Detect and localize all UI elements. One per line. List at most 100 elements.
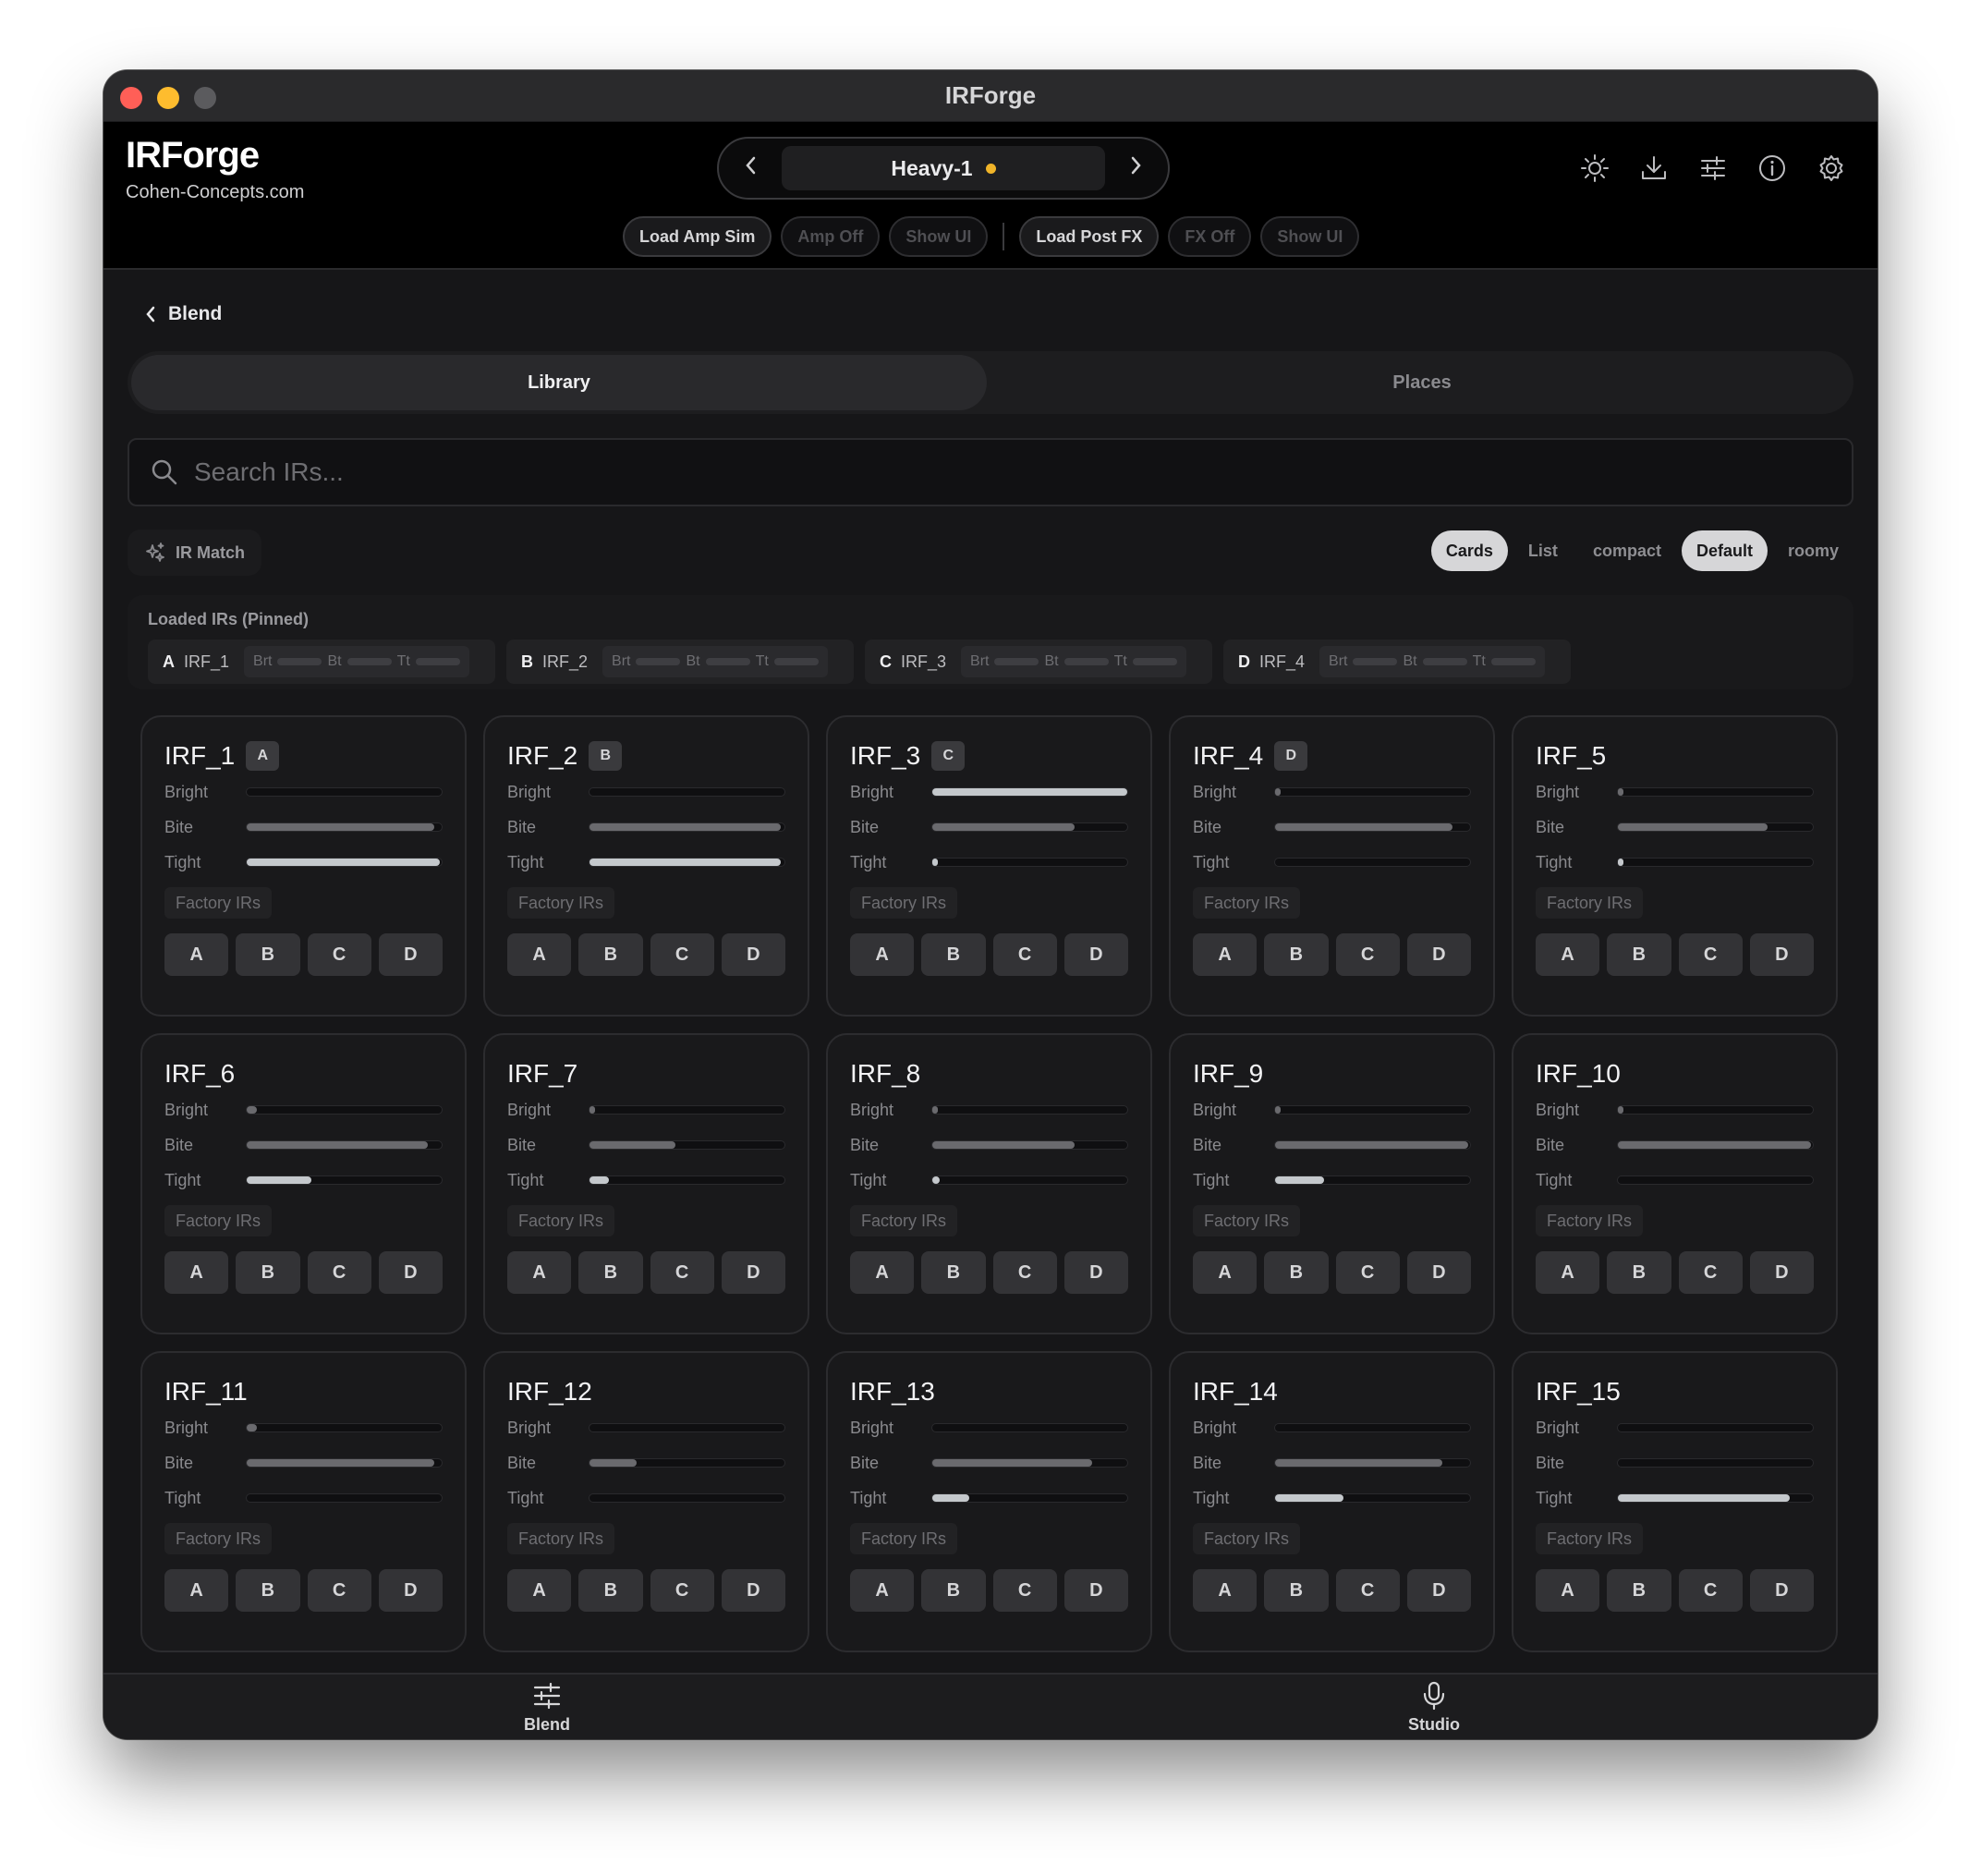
assign-slot-c-button[interactable]: C xyxy=(992,1251,1057,1294)
assign-slot-c-button[interactable]: C xyxy=(1335,1251,1400,1294)
density-default-button[interactable]: Default xyxy=(1681,530,1768,571)
search-input[interactable]: Search IRs... xyxy=(194,457,344,487)
tab-library[interactable]: Library xyxy=(131,355,987,410)
assign-slot-a-button[interactable]: A xyxy=(850,1251,915,1294)
ir-card[interactable]: IRF_7 Bright Bite Tight Factory IRs A B C D xyxy=(483,1033,809,1334)
pinned-item[interactable]: B IRF_2 Brt Bt Tt xyxy=(506,640,854,684)
assign-slot-c-button[interactable]: C xyxy=(1678,933,1743,976)
assign-slot-c-button[interactable]: C xyxy=(992,1569,1057,1612)
ir-card[interactable]: IRF_14 Bright Bite Tight Factory IRs A B C D xyxy=(1169,1351,1495,1652)
assign-slot-a-button[interactable]: A xyxy=(1193,1251,1258,1294)
assign-slot-b-button[interactable]: B xyxy=(1607,1251,1671,1294)
ir-card[interactable]: IRF_8 Bright Bite Tight Factory IRs A B C D xyxy=(826,1033,1152,1334)
assign-slot-c-button[interactable]: C xyxy=(650,933,714,976)
assign-slot-a-button[interactable]: A xyxy=(164,933,229,976)
ir-card[interactable]: IRF_3 C Bright Bite Tight Factory IRs A B C D xyxy=(826,715,1152,1017)
search-bar[interactable]: Search IRs... xyxy=(128,438,1853,506)
assign-slot-b-button[interactable]: B xyxy=(921,933,986,976)
sliders-icon[interactable] xyxy=(1698,153,1728,183)
assign-slot-d-button[interactable]: D xyxy=(1406,933,1471,976)
preset-name-field[interactable]: Heavy-1 xyxy=(782,146,1105,190)
assign-slot-d-button[interactable]: D xyxy=(721,933,785,976)
brightness-icon[interactable] xyxy=(1580,153,1610,183)
assign-slot-d-button[interactable]: D xyxy=(1406,1569,1471,1612)
assign-slot-a-button[interactable]: A xyxy=(1193,933,1258,976)
next-preset-button[interactable] xyxy=(1112,153,1159,183)
assign-slot-d-button[interactable]: D xyxy=(378,1569,443,1612)
download-icon[interactable] xyxy=(1639,153,1669,183)
gear-icon[interactable] xyxy=(1817,153,1846,183)
assign-slot-a-button[interactable]: A xyxy=(507,933,572,976)
assign-slot-b-button[interactable]: B xyxy=(1607,933,1671,976)
show-amp-ui-button[interactable]: Show UI xyxy=(889,216,989,257)
assign-slot-b-button[interactable]: B xyxy=(1264,1251,1329,1294)
load-amp-sim-button[interactable]: Load Amp Sim xyxy=(623,216,772,257)
assign-slot-c-button[interactable]: C xyxy=(1335,1569,1400,1612)
back-button[interactable]: Blend xyxy=(144,303,222,325)
assign-slot-b-button[interactable]: B xyxy=(578,1251,643,1294)
tab-blend[interactable]: Blend xyxy=(103,1675,990,1739)
assign-slot-b-button[interactable]: B xyxy=(1264,1569,1329,1612)
fx-off-button[interactable]: FX Off xyxy=(1168,216,1252,257)
assign-slot-b-button[interactable]: B xyxy=(578,1569,643,1612)
ir-card[interactable]: IRF_1 A Bright Bite Tight Factory IRs A B C D xyxy=(140,715,467,1017)
assign-slot-b-button[interactable]: B xyxy=(236,1569,300,1612)
load-post-fx-button[interactable]: Load Post FX xyxy=(1019,216,1160,257)
assign-slot-c-button[interactable]: C xyxy=(307,1569,371,1612)
ir-card[interactable]: IRF_9 Bright Bite Tight Factory IRs A B C D xyxy=(1169,1033,1495,1334)
ir-card[interactable]: IRF_15 Bright Bite Tight Factory IRs A B C D xyxy=(1512,1351,1838,1652)
assign-slot-b-button[interactable]: B xyxy=(1264,933,1329,976)
assign-slot-a-button[interactable]: A xyxy=(1536,1569,1600,1612)
assign-slot-c-button[interactable]: C xyxy=(650,1569,714,1612)
assign-slot-d-button[interactable]: D xyxy=(1749,933,1814,976)
prev-preset-button[interactable] xyxy=(728,153,774,183)
assign-slot-c-button[interactable]: C xyxy=(307,933,371,976)
pinned-item[interactable]: C IRF_3 Brt Bt Tt xyxy=(865,640,1212,684)
assign-slot-d-button[interactable]: D xyxy=(1406,1251,1471,1294)
assign-slot-b-button[interactable]: B xyxy=(236,933,300,976)
assign-slot-c-button[interactable]: C xyxy=(992,933,1057,976)
close-window-button[interactable] xyxy=(120,87,142,109)
ir-card[interactable]: IRF_11 Bright Bite Tight Factory IRs A B C D xyxy=(140,1351,467,1652)
assign-slot-c-button[interactable]: C xyxy=(1335,933,1400,976)
assign-slot-b-button[interactable]: B xyxy=(921,1251,986,1294)
assign-slot-d-button[interactable]: D xyxy=(721,1569,785,1612)
minimize-window-button[interactable] xyxy=(157,87,179,109)
assign-slot-a-button[interactable]: A xyxy=(850,933,915,976)
info-icon[interactable] xyxy=(1757,153,1787,183)
ir-card[interactable]: IRF_4 D Bright Bite Tight Factory IRs A B C D xyxy=(1169,715,1495,1017)
assign-slot-c-button[interactable]: C xyxy=(1678,1251,1743,1294)
assign-slot-b-button[interactable]: B xyxy=(921,1569,986,1612)
tab-studio[interactable]: Studio xyxy=(990,1675,1878,1739)
assign-slot-b-button[interactable]: B xyxy=(1607,1569,1671,1612)
ir-card[interactable]: IRF_6 Bright Bite Tight Factory IRs A B C D xyxy=(140,1033,467,1334)
assign-slot-a-button[interactable]: A xyxy=(164,1251,229,1294)
density-roomy-button[interactable]: roomy xyxy=(1773,530,1853,571)
pinned-item[interactable]: A IRF_1 Brt Bt Tt xyxy=(148,640,495,684)
assign-slot-d-button[interactable]: D xyxy=(1749,1251,1814,1294)
zoom-window-button[interactable] xyxy=(194,87,216,109)
assign-slot-c-button[interactable]: C xyxy=(307,1251,371,1294)
assign-slot-d-button[interactable]: D xyxy=(378,1251,443,1294)
ir-match-button[interactable]: IR Match xyxy=(128,530,262,576)
assign-slot-d-button[interactable]: D xyxy=(378,933,443,976)
show-fx-ui-button[interactable]: Show UI xyxy=(1260,216,1360,257)
assign-slot-c-button[interactable]: C xyxy=(650,1251,714,1294)
pinned-item[interactable]: D IRF_4 Brt Bt Tt xyxy=(1223,640,1571,684)
assign-slot-a-button[interactable]: A xyxy=(507,1569,572,1612)
assign-slot-d-button[interactable]: D xyxy=(1063,933,1128,976)
density-compact-button[interactable]: compact xyxy=(1578,530,1676,571)
view-cards-button[interactable]: Cards xyxy=(1430,530,1508,571)
assign-slot-a-button[interactable]: A xyxy=(1193,1569,1258,1612)
assign-slot-a-button[interactable]: A xyxy=(507,1251,572,1294)
assign-slot-a-button[interactable]: A xyxy=(1536,1251,1600,1294)
assign-slot-c-button[interactable]: C xyxy=(1678,1569,1743,1612)
assign-slot-d-button[interactable]: D xyxy=(1063,1251,1128,1294)
ir-card[interactable]: IRF_5 Bright Bite Tight Factory IRs A B C D xyxy=(1512,715,1838,1017)
ir-card[interactable]: IRF_13 Bright Bite Tight Factory IRs A B C D xyxy=(826,1351,1152,1652)
view-list-button[interactable]: List xyxy=(1513,530,1573,571)
assign-slot-a-button[interactable]: A xyxy=(164,1569,229,1612)
assign-slot-a-button[interactable]: A xyxy=(850,1569,915,1612)
assign-slot-d-button[interactable]: D xyxy=(721,1251,785,1294)
amp-off-button[interactable]: Amp Off xyxy=(781,216,881,257)
